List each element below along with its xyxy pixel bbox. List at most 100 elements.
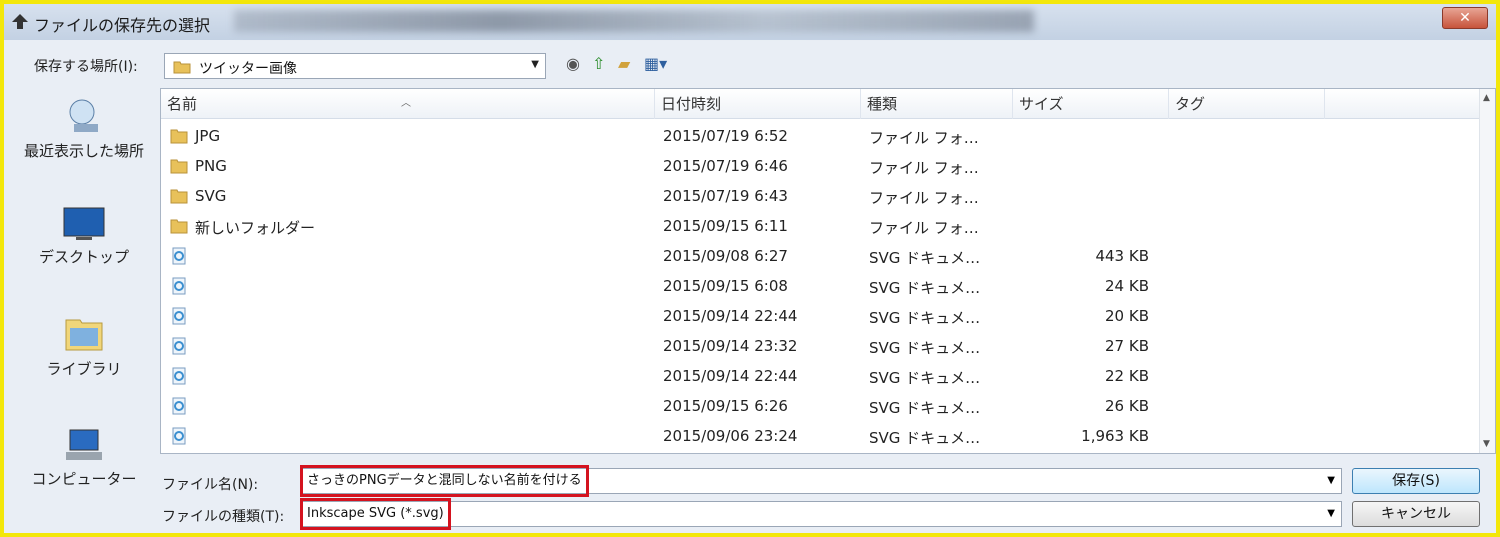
file-row[interactable]: 2015/09/15 6:26 SVG ドキュメ… 26 KB <box>161 391 1479 421</box>
file-date: 2015/09/15 6:11 <box>663 217 788 235</box>
file-type: ファイル フォ… <box>869 189 979 207</box>
file-name: PNG <box>195 157 227 175</box>
chevron-down-icon[interactable]: ▼ <box>1327 475 1335 486</box>
column-header-date[interactable]: 日付時刻 <box>655 89 861 119</box>
folder-row[interactable]: 新しいフォルダー 2015/09/15 6:11 ファイル フォ… <box>161 211 1479 241</box>
file-row[interactable]: 2015/09/14 22:44 SVG ドキュメ… 22 KB <box>161 361 1479 391</box>
chevron-down-icon[interactable]: ▼ <box>1327 508 1335 519</box>
svg-document-icon <box>172 337 186 355</box>
column-header-type[interactable]: 種類 <box>861 89 1013 119</box>
file-date: 2015/09/15 6:26 <box>663 397 788 415</box>
svg-document-icon <box>172 307 186 325</box>
file-date: 2015/09/14 22:44 <box>663 307 798 325</box>
folder-icon <box>173 61 191 74</box>
filetype-combo[interactable]: Inkscape SVG (*.svg) ▼ <box>300 498 1342 530</box>
sidebar-item-label: 最近表示した場所 <box>23 142 144 160</box>
file-date: 2015/09/08 6:27 <box>663 247 788 265</box>
sidebar-item-label: コンピューター <box>31 470 137 488</box>
blurred-background <box>234 10 1034 32</box>
library-icon <box>65 319 103 351</box>
svg-document-icon <box>172 367 186 385</box>
column-header-tags[interactable]: タグ <box>1169 89 1325 119</box>
folder-row[interactable]: JPG 2015/07/19 6:52 ファイル フォ… <box>161 121 1479 151</box>
file-date: 2015/07/19 6:46 <box>663 157 788 175</box>
file-row[interactable]: 2015/09/14 22:44 SVG ドキュメ… 20 KB <box>161 301 1479 331</box>
file-type: SVG ドキュメ… <box>869 249 981 267</box>
view-menu-icon[interactable]: ▦▾ <box>644 54 667 73</box>
file-row[interactable]: 2015/09/14 23:32 SVG ドキュメ… 27 KB <box>161 331 1479 361</box>
file-type: ファイル フォ… <box>869 159 979 177</box>
up-folder-icon[interactable]: ⇧ <box>592 54 605 73</box>
desktop-icon <box>63 207 105 240</box>
back-icon[interactable]: ◉ <box>566 54 580 73</box>
file-name: 新しいフォルダー <box>195 219 316 237</box>
places-sidebar: 最近表示した場所 デスクトップ ライブラリ コンピューター <box>10 88 158 488</box>
title-bar[interactable]: ファイルの保存先の選択 ✕ <box>4 4 1496 40</box>
folder-icon <box>170 219 188 234</box>
file-row[interactable]: 2015/09/15 6:08 SVG ドキュメ… 24 KB <box>161 271 1479 301</box>
file-size: 1,963 KB <box>1081 427 1149 445</box>
filename-label: ファイル名(N): <box>162 477 259 493</box>
file-date: 2015/07/19 6:52 <box>663 127 788 145</box>
file-type: SVG ドキュメ… <box>869 309 981 327</box>
file-type: SVG ドキュメ… <box>869 399 981 417</box>
svg-document-icon <box>172 427 186 445</box>
save-button[interactable]: 保存(S) <box>1352 468 1480 494</box>
location-label: 保存する場所(I): <box>34 59 138 75</box>
file-size: 24 KB <box>1105 277 1149 295</box>
folder-row[interactable]: SVG 2015/07/19 6:43 ファイル フォ… <box>161 181 1479 211</box>
sidebar-item-desktop[interactable]: デスクトップ <box>10 206 158 267</box>
file-type: SVG ドキュメ… <box>869 279 981 297</box>
sidebar-item-computer[interactable]: コンピューター <box>10 428 158 489</box>
window-title: ファイルの保存先の選択 <box>34 16 211 35</box>
file-row[interactable]: 2015/09/06 23:24 SVG ドキュメ… 1,963 KB <box>161 421 1479 451</box>
column-header-name[interactable]: 名前 ︿ <box>161 89 655 119</box>
file-type: ファイル フォ… <box>869 129 979 147</box>
close-button[interactable]: ✕ <box>1442 7 1488 29</box>
sidebar-item-label: ライブラリ <box>46 360 122 378</box>
sidebar-item-recent[interactable]: 最近表示した場所 <box>10 96 158 161</box>
file-type: ファイル フォ… <box>869 219 979 237</box>
filetype-label: ファイルの種類(T): <box>162 509 285 525</box>
folder-icon <box>170 189 188 204</box>
chevron-down-icon[interactable]: ▼ <box>531 59 539 70</box>
file-size: 443 KB <box>1095 247 1149 265</box>
file-row[interactable]: 2015/09/08 6:27 SVG ドキュメ… 443 KB <box>161 241 1479 271</box>
file-name: JPG <box>195 127 221 145</box>
computer-icon <box>66 429 102 460</box>
svg-document-icon <box>172 397 186 415</box>
filename-field[interactable]: さっきのPNGデータと混同しない名前を付ける ▼ <box>300 465 1342 497</box>
column-header-size[interactable]: サイズ <box>1013 89 1169 119</box>
location-value: ツイッター画像 <box>199 61 297 77</box>
file-date: 2015/07/19 6:43 <box>663 187 788 205</box>
file-type: SVG ドキュメ… <box>869 429 981 447</box>
inkscape-icon <box>12 14 28 29</box>
filename-value[interactable]: さっきのPNGデータと混同しない名前を付ける <box>300 465 589 497</box>
file-type: SVG ドキュメ… <box>869 369 981 387</box>
recent-places-icon <box>69 99 98 132</box>
list-header: 名前 ︿ 日付時刻 種類 サイズ タグ <box>161 89 1479 119</box>
file-size: 26 KB <box>1105 397 1149 415</box>
svg-document-icon <box>172 247 186 265</box>
file-list[interactable]: 名前 ︿ 日付時刻 種類 サイズ タグ JPG 2015/07/19 6:52 ファ… <box>160 88 1496 454</box>
file-size: 20 KB <box>1105 307 1149 325</box>
sidebar-item-label: デスクトップ <box>38 248 129 266</box>
file-size: 22 KB <box>1105 367 1149 385</box>
sort-ascending-icon: ︿ <box>401 98 411 109</box>
folder-icon <box>170 129 188 144</box>
vertical-scrollbar[interactable]: ▲ ▼ <box>1479 89 1495 453</box>
file-date: 2015/09/15 6:08 <box>663 277 788 295</box>
cancel-button[interactable]: キャンセル <box>1352 501 1480 527</box>
scroll-up-icon[interactable]: ▲ <box>1483 93 1490 103</box>
new-folder-icon[interactable]: ▰ <box>618 54 630 73</box>
scroll-down-icon[interactable]: ▼ <box>1483 439 1490 449</box>
sidebar-item-library[interactable]: ライブラリ <box>10 314 158 379</box>
file-name: SVG <box>195 187 227 205</box>
folder-row[interactable]: PNG 2015/07/19 6:46 ファイル フォ… <box>161 151 1479 181</box>
file-date: 2015/09/06 23:24 <box>663 427 798 445</box>
file-size: 27 KB <box>1105 337 1149 355</box>
file-type: SVG ドキュメ… <box>869 339 981 357</box>
file-date: 2015/09/14 22:44 <box>663 367 798 385</box>
filetype-value: Inkscape SVG (*.svg) <box>300 498 451 530</box>
location-combo[interactable]: ツイッター画像 ▼ <box>164 53 546 79</box>
